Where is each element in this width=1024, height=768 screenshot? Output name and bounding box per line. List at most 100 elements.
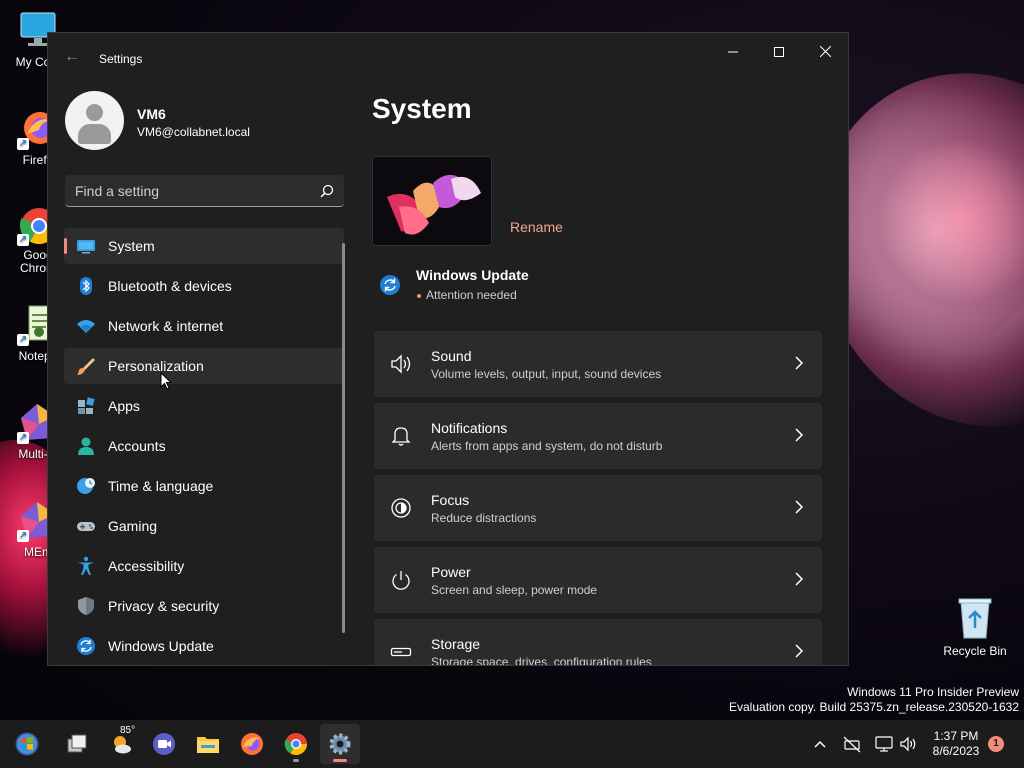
attention-dot: [417, 294, 421, 298]
task-view-icon: [67, 734, 87, 753]
system-clock[interactable]: 1:37 PM 8/6/2023: [922, 729, 990, 759]
chevron-right-icon: [795, 428, 804, 442]
user-name: VM6: [137, 106, 166, 122]
settings-card-sound[interactable]: Sound Volume levels, output, input, soun…: [374, 331, 822, 397]
settings-card-notifications[interactable]: Notifications Alerts from apps and syste…: [374, 403, 822, 469]
card-title: Storage: [431, 636, 481, 652]
folder-icon: [197, 737, 219, 753]
sidebar-item-windows-update[interactable]: Windows Update: [64, 628, 344, 664]
sidebar-item-label: Time & language: [108, 478, 214, 494]
card-subtitle: Volume levels, output, input, sound devi…: [431, 367, 662, 381]
windows-start-icon: [15, 732, 39, 756]
sidebar-item-system[interactable]: System: [64, 228, 344, 264]
search-icon[interactable]: [320, 184, 334, 198]
sidebar-item-accounts[interactable]: Accounts: [64, 428, 344, 464]
search-box[interactable]: [65, 175, 344, 207]
sidebar-item-label: System: [108, 238, 155, 254]
sidebar-scrollbar[interactable]: [342, 243, 345, 633]
chevron-up-icon[interactable]: [810, 734, 830, 754]
taskbar: 85° 1:37 PM 8/6/2023 1: [0, 720, 1024, 768]
sidebar-item-time-language[interactable]: Time & language: [64, 468, 344, 504]
sidebar-item-label: Bluetooth & devices: [108, 278, 232, 294]
speaker-icon: [391, 354, 411, 374]
chevron-right-icon: [795, 500, 804, 514]
sidebar-item-label: Accounts: [108, 438, 166, 454]
sidebar-item-apps[interactable]: Apps: [64, 388, 344, 424]
card-title: Notifications: [431, 420, 508, 436]
settings-card-focus[interactable]: Focus Reduce distractions: [374, 475, 822, 541]
taskbar-settings[interactable]: [320, 724, 360, 764]
sidebar-item-gaming[interactable]: Gaming: [64, 508, 344, 544]
search-input[interactable]: [65, 175, 305, 206]
maximize-icon: [774, 47, 784, 57]
card-title: Focus: [431, 492, 470, 508]
desktop-icon-recycle-bin[interactable]: Recycle Bin: [938, 596, 1012, 658]
sidebar-item-label: Gaming: [108, 518, 158, 534]
taskbar-meet-chat[interactable]: [144, 724, 184, 764]
taskbar-chrome[interactable]: [276, 724, 316, 764]
back-arrow-icon: ←: [64, 48, 80, 65]
close-button[interactable]: [802, 37, 848, 67]
windows-update-title[interactable]: Windows Update: [416, 267, 529, 283]
running-indicator: [293, 759, 299, 762]
card-title: Power: [431, 564, 471, 580]
back-button[interactable]: ←: [62, 47, 82, 67]
task-view-button[interactable]: [57, 724, 97, 764]
maximize-button[interactable]: [756, 37, 802, 67]
minimize-icon: [728, 51, 738, 53]
card-subtitle: Screen and sleep, power mode: [431, 583, 598, 597]
window-title: Settings: [99, 52, 143, 66]
card-title: Sound: [431, 348, 472, 364]
windows-update-status: Attention needed: [426, 288, 517, 302]
storage-icon: [390, 647, 412, 657]
sidebar-item-bluetooth[interactable]: Bluetooth & devices: [64, 268, 344, 304]
accounts-icon: [78, 437, 94, 455]
card-subtitle: Reduce distractions: [431, 511, 537, 525]
chat-video-icon: [153, 733, 175, 755]
close-icon: [819, 45, 831, 58]
minimize-button[interactable]: [710, 37, 756, 67]
gear-icon: [329, 733, 351, 755]
notification-badge[interactable]: 1: [988, 736, 1004, 752]
power-icon: [392, 571, 410, 590]
sidebar-item-label: Network & internet: [108, 318, 224, 334]
sidebar-item-label: Apps: [108, 398, 140, 414]
avatar[interactable]: [65, 91, 124, 150]
taskbar-file-explorer[interactable]: [188, 724, 228, 764]
start-button[interactable]: [7, 724, 47, 764]
card-subtitle: Alerts from apps and system, do not dist…: [431, 439, 663, 453]
sidebar-item-privacy[interactable]: Privacy & security: [64, 588, 344, 624]
update-icon: [380, 275, 400, 295]
title-bar[interactable]: ← Settings: [48, 33, 848, 81]
brush-icon: [77, 358, 95, 375]
sidebar-item-label: Windows Update: [108, 638, 214, 654]
watermark-line-2: Evaluation copy. Build 25375.zn_release.…: [729, 700, 1019, 714]
device-wallpaper-thumbnail: [372, 156, 492, 246]
update-icon: [77, 637, 95, 655]
gamepad-icon: [77, 522, 95, 531]
sidebar-item-label: Personalization: [108, 358, 204, 374]
user-email: VM6@collabnet.local: [137, 125, 250, 139]
weather-temperature: 85°: [120, 725, 136, 736]
sidebar-item-accessibility[interactable]: Accessibility: [64, 548, 344, 584]
settings-card-power[interactable]: Power Screen and sleep, power mode: [374, 547, 822, 613]
sidebar-nav: System Bluetooth & devices Network & int…: [64, 228, 344, 665]
firefox-icon: [241, 733, 263, 755]
chevron-right-icon: [795, 356, 804, 370]
apps-icon: [78, 397, 95, 414]
recycle-bin-icon: [955, 596, 995, 640]
settings-card-storage[interactable]: Storage Storage space, drives, configura…: [374, 619, 822, 665]
clock-date: 8/6/2023: [932, 744, 980, 758]
shield-icon: [78, 597, 94, 615]
network-disconnected-icon[interactable]: [842, 734, 862, 754]
volume-icon[interactable]: [898, 734, 918, 754]
wifi-icon: [77, 320, 95, 333]
taskbar-firefox[interactable]: [232, 724, 272, 764]
rename-link[interactable]: Rename: [510, 219, 563, 235]
sidebar-item-network[interactable]: Network & internet: [64, 308, 344, 344]
globe-clock-icon: [77, 478, 95, 494]
monitor-network-icon[interactable]: [874, 734, 894, 754]
chrome-icon: [284, 733, 307, 755]
sidebar-item-personalization[interactable]: Personalization: [64, 348, 344, 384]
evaluation-watermark: Windows 11 Pro Insider Preview Evaluatio…: [729, 685, 1019, 715]
